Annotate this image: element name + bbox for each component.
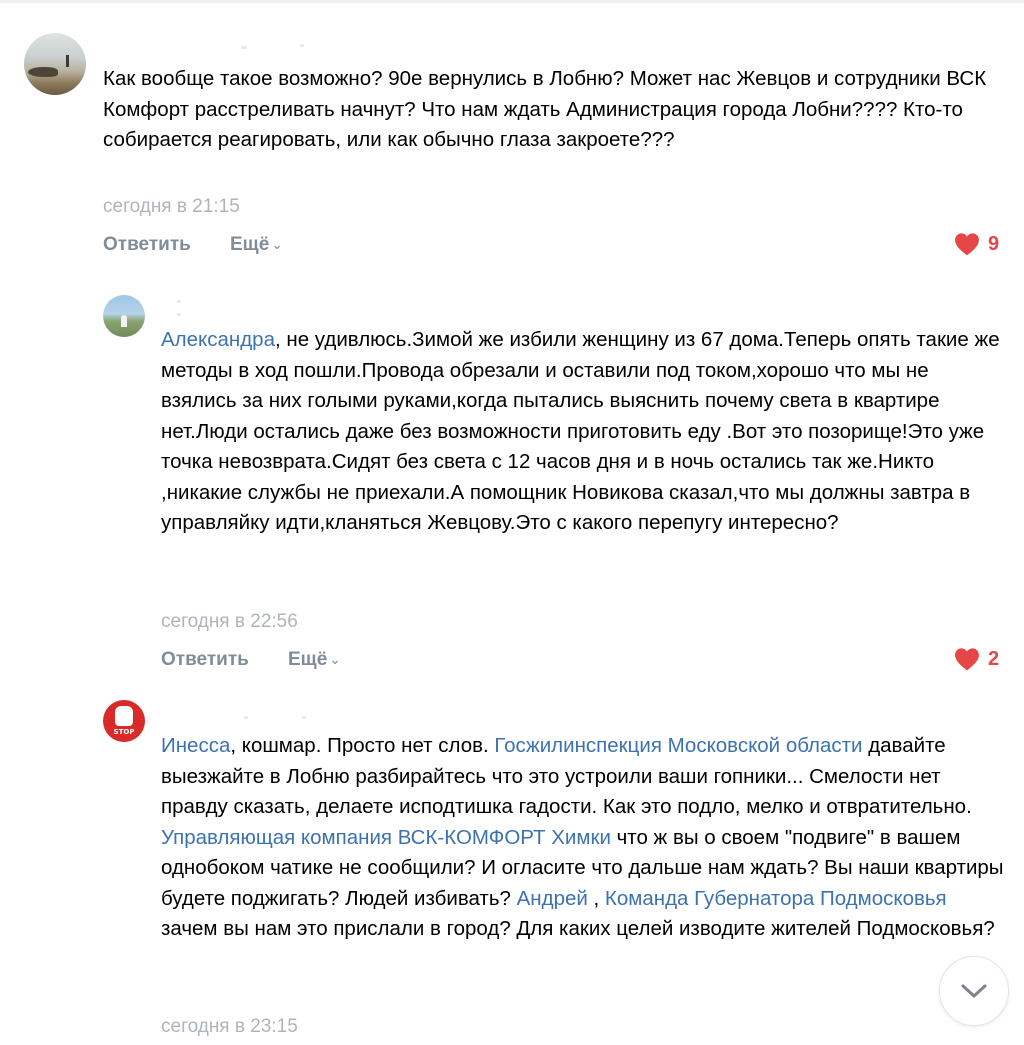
reply-button[interactable]: Ответить [161,649,249,671]
mention-link[interactable]: Андрей [517,887,588,910]
author-name-redacted [177,300,181,303]
chevron-down-icon: ⌄ [271,236,284,252]
author-name-redacted [177,313,181,316]
mention-link[interactable]: Александра [161,328,275,351]
mention-link[interactable]: Инесса [161,734,230,757]
comment-text: Как вообще такое возможно? 90е вернулись… [103,67,987,151]
comment-body: зачем вы нам это прислали в город? Для к… [161,917,995,940]
author-name-redacted [244,716,248,719]
like-count: 2 [988,647,1000,670]
like-button[interactable]: 9 [954,232,999,256]
author-name-redacted [300,44,304,47]
mention-link[interactable]: Команда Губернатора Подмосковья [605,887,947,910]
avatar-photo-detail [121,315,127,327]
more-button[interactable]: Ещё ⌄ [230,234,283,256]
top-divider [0,0,1024,3]
more-button[interactable]: Ещё ⌄ [288,649,341,671]
author-name-redacted [241,46,247,49]
avatar-photo-detail [28,67,58,77]
comment-text: Александра, не удивлюсь.Зимой же избили … [161,325,1006,539]
heart-icon [955,233,979,256]
comment-body: , кошмар. Просто нет слов. [230,734,495,757]
comment-body: , [587,886,605,910]
comment-text: Инесса, кошмар. Просто нет слов. Госжили… [161,731,1006,945]
comment-body: , не удивлюсь.Зимой же избили женщину из… [161,328,1000,534]
avatar[interactable] [103,295,145,337]
avatar[interactable]: STOP [103,700,145,742]
scroll-down-button[interactable] [939,956,1009,1026]
comment-time[interactable]: сегодня в 23:15 [161,1016,298,1038]
mention-link[interactable]: Управляющая компания ВСК-КОМФОРТ Химки [161,826,611,849]
avatar-photo-detail [66,55,69,67]
avatar-stop-label: STOP [113,728,135,736]
author-name-redacted [302,716,306,719]
chevron-down-icon: ⌄ [329,651,342,667]
reply-button[interactable]: Ответить [103,234,191,256]
mention-link[interactable]: Госжилинспекция Московской области [494,734,862,757]
chevron-down-icon [961,984,987,998]
more-label: Ещё [230,234,270,255]
stop-hand-icon [115,706,133,726]
heart-icon [955,648,979,671]
like-button[interactable]: 2 [954,647,999,671]
like-count: 9 [988,232,1000,255]
comment-time[interactable]: сегодня в 22:56 [161,611,298,633]
avatar[interactable] [24,33,86,95]
comment-time[interactable]: сегодня в 21:15 [103,196,240,218]
more-label: Ещё [288,649,328,670]
